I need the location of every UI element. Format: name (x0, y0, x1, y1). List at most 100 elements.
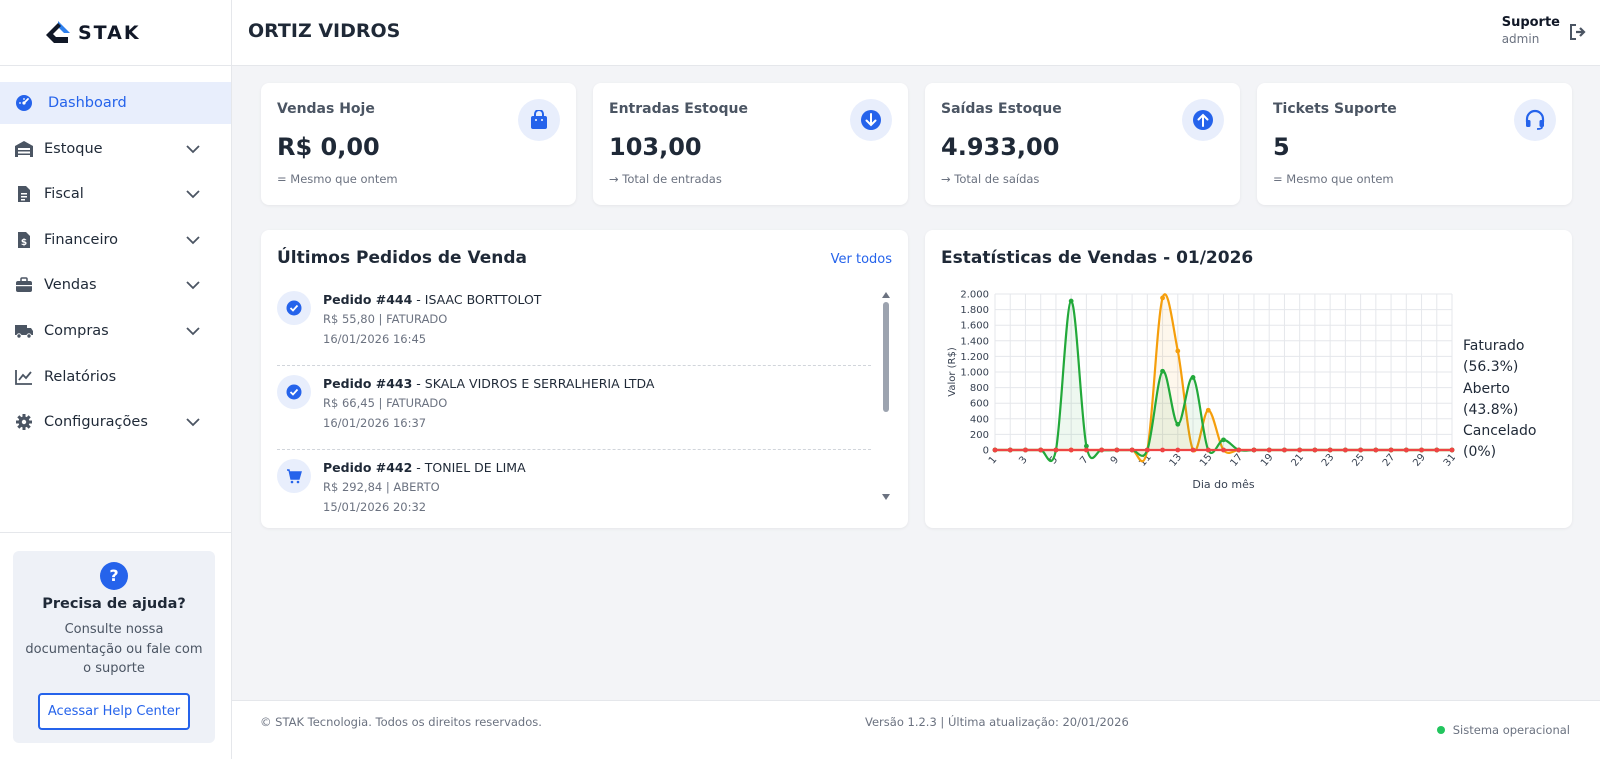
user-menu[interactable]: Suporte admin (1502, 15, 1560, 46)
sidebar-item-vendas[interactable]: Vendas (0, 264, 231, 306)
legend-cancelado: Cancelado (1463, 423, 1537, 440)
chart-legend: Faturado (56.3%) Aberto (43.8%) Cancelad… (1463, 336, 1536, 464)
y-tick-label: 1.800 (960, 305, 989, 316)
x-tick-label: 23 (1320, 452, 1337, 469)
sidebar-item-configuracoes[interactable]: Configurações (0, 401, 231, 443)
y-tick-label: 1.600 (960, 321, 989, 332)
y-tick-label: 800 (970, 383, 989, 394)
chevron-down-icon (186, 418, 200, 427)
series-point (1373, 447, 1379, 453)
sales-chart: 0 200 400 600 800 1.000 1.200 1.400 1.600 1.800 2.… (947, 290, 1455, 492)
series-point (1160, 368, 1165, 374)
sidebar-item-financeiro[interactable]: $ Financeiro (0, 219, 231, 261)
orders-scrollbar[interactable] (882, 292, 890, 500)
sidebar-item-estoque[interactable]: Estoque (0, 128, 231, 170)
legend-faturado-pct: (56.3%) (1463, 359, 1519, 376)
user-role: admin (1501, 32, 1540, 46)
series-point (1221, 447, 1226, 453)
arrow-down-circle-icon (850, 99, 892, 141)
user-name: Suporte (1501, 15, 1560, 30)
series-point (1175, 447, 1181, 453)
series-point (1282, 447, 1287, 453)
stat-title: Entradas Estoque (609, 101, 748, 117)
sidebar-item-relatorios[interactable]: Relatórios (0, 356, 231, 398)
y-tick-label: 2.000 (960, 290, 989, 301)
sidebar-item-label: Dashboard (48, 95, 127, 111)
series-point (1114, 447, 1120, 453)
order-date: 15/01/2026 20:32 (323, 500, 427, 514)
series-point (1068, 447, 1074, 453)
series-point (1144, 447, 1150, 453)
help-title: Precisa de ajuda? (42, 596, 186, 612)
help-box: ? Precisa de ajuda? Consulte nossa docum… (13, 551, 215, 743)
series-point (1175, 348, 1181, 354)
orders-list: Pedido #444 - ISAAC BORTTOLOT R$ 55,80 |… (277, 282, 871, 516)
x-tick-label: 15 (1198, 452, 1215, 469)
arrow-right-icon: → (941, 172, 951, 186)
series-point (1205, 407, 1211, 413)
order-number: Pedido #444 (323, 292, 413, 307)
stat-card-vendas-hoje: Vendas Hoje R$ 0,00 = Mesmo que ontem (261, 83, 576, 205)
panel-title: Últimos Pedidos de Venda (277, 248, 528, 268)
list-item[interactable]: Pedido #443 - SKALA VIDROS E SERRALHERIA… (277, 366, 871, 450)
sidebar-item-fiscal[interactable]: Fiscal (0, 173, 231, 215)
y-tick-label: 1.000 (960, 368, 989, 379)
series-point (1434, 447, 1440, 453)
equals-icon: = (1273, 172, 1283, 186)
equals-icon: = (277, 172, 287, 186)
shopping-bag-icon (518, 99, 560, 141)
footer-copyright: © STAK Tecnologia. Todos os direitos res… (260, 715, 542, 729)
stat-title: Saídas Estoque (941, 101, 1062, 117)
check-circle-icon (277, 375, 311, 409)
series-point (1099, 447, 1105, 453)
x-tick-label: 1 (987, 454, 1000, 466)
legend-faturado: Faturado (1463, 338, 1525, 354)
sidebar-item-label: Financeiro (44, 231, 119, 248)
series-point (1251, 447, 1257, 453)
sidebar-item-compras[interactable]: Compras (0, 310, 231, 352)
briefcase-icon (14, 275, 34, 295)
help-center-button[interactable]: Acessar Help Center (38, 692, 190, 730)
list-item[interactable]: Pedido #444 - ISAAC BORTTOLOT R$ 55,80 |… (277, 282, 871, 366)
arrow-up-circle-icon (1182, 99, 1224, 141)
y-tick-label: 400 (970, 414, 989, 425)
series-point (1419, 447, 1424, 453)
top-header: ORTIZ VIDROS Suporte admin (232, 0, 1600, 66)
series-point (1342, 447, 1348, 453)
logout-icon[interactable] (1568, 22, 1588, 42)
stat-value: R$ 0,00 (277, 133, 380, 161)
footer-version: Versão 1.2.3 | Última atualização: 20/01… (865, 715, 1129, 729)
status-dot-icon (1436, 726, 1445, 734)
order-info: R$ 292,84 | ABERTO (323, 480, 440, 494)
headset-icon (1514, 99, 1556, 141)
series-point (1205, 447, 1211, 453)
order-info: R$ 55,80 | FATURADO (323, 312, 448, 326)
legend-aberto-pct: (43.8%) (1463, 401, 1519, 418)
see-all-link[interactable]: Ver todos (831, 252, 892, 267)
y-tick-label: 1.200 (960, 352, 989, 363)
footer: © STAK Tecnologia. Todos os direitos res… (232, 700, 1600, 759)
legend-aberto: Aberto (1463, 380, 1510, 397)
scroll-down-arrow[interactable] (882, 494, 890, 500)
sidebar-item-label: Estoque (44, 140, 103, 157)
chevron-down-icon (186, 281, 200, 290)
series-point (1388, 447, 1394, 453)
brand-name: STAK (78, 21, 141, 44)
dashboard-icon (14, 93, 34, 113)
order-customer: SKALA VIDROS E SERRALHERIA LTDA (424, 376, 655, 391)
scroll-up-arrow[interactable] (882, 292, 890, 298)
order-date: 16/01/2026 16:37 (323, 416, 427, 430)
series-point (1068, 298, 1074, 304)
brand-logo[interactable]: STAK (0, 0, 231, 66)
series-point (1266, 447, 1272, 453)
warehouse-icon (14, 139, 34, 159)
status-text: Sistema operacional (1452, 723, 1570, 737)
sidebar-item-dashboard[interactable]: Dashboard (0, 82, 231, 124)
gear-icon (14, 412, 34, 432)
list-item[interactable]: Pedido #442 - TONIEL DE LIMA R$ 292,84 |… (277, 450, 871, 516)
chevron-down-icon (186, 327, 200, 336)
x-tick-label: 3 (1017, 454, 1030, 466)
chevron-down-icon (186, 144, 200, 153)
series-point (1129, 447, 1135, 453)
scroll-thumb[interactable] (883, 302, 889, 412)
